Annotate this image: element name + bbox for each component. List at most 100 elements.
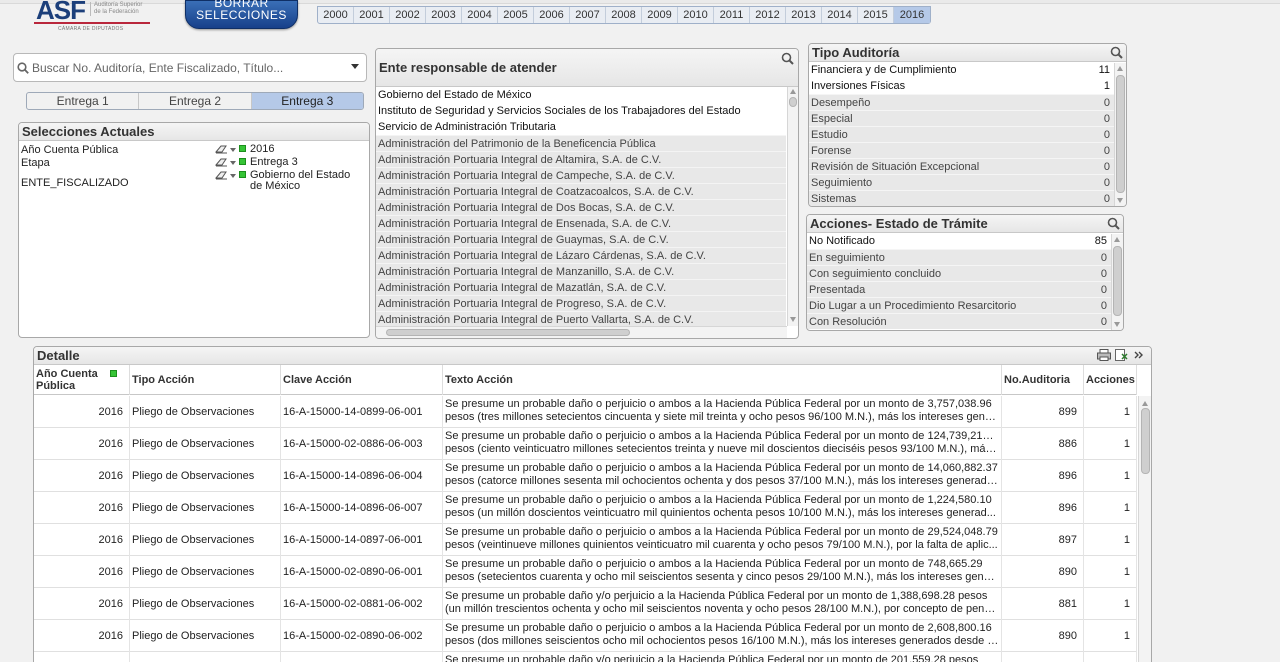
year-2014[interactable]: 2014 xyxy=(822,7,858,23)
tipo-auditoria-item[interactable]: Desempeño 0 xyxy=(809,94,1126,110)
scroll-up-icon[interactable] xyxy=(1114,237,1120,242)
clear-selections-button[interactable]: BORRAR SELECCIONES xyxy=(185,0,298,29)
eraser-icon[interactable] xyxy=(215,170,228,180)
tipo-auditoria-item[interactable]: Forense 0 xyxy=(809,142,1126,158)
entrega-tab-3[interactable]: Entrega 3 xyxy=(251,93,363,109)
current-selections-title: Selecciones Actuales xyxy=(19,123,369,141)
search-icon[interactable] xyxy=(1110,46,1123,59)
column-header[interactable]: No.Auditoria xyxy=(1002,365,1084,395)
tipo-auditoria-item[interactable]: Seguimiento 0 xyxy=(809,174,1126,190)
scroll-thumb[interactable] xyxy=(1116,75,1125,193)
year-2016[interactable]: 2016 xyxy=(894,7,930,23)
year-2009[interactable]: 2009 xyxy=(642,7,678,23)
search-icon[interactable] xyxy=(781,52,794,65)
ente-list-item[interactable]: Administración Portuaria Integral de Pue… xyxy=(376,311,786,327)
detalle-vertical-scrollbar[interactable] xyxy=(1138,396,1151,662)
ente-list-item[interactable]: Administración Portuaria Integral de Man… xyxy=(376,263,786,279)
ente-list-item[interactable]: Administración Portuaria Integral de Ens… xyxy=(376,215,786,231)
scroll-thumb[interactable] xyxy=(1141,408,1150,474)
year-2007[interactable]: 2007 xyxy=(570,7,606,23)
table-row[interactable]: 2016 Pliego de Observaciones 16-A-15000-02… xyxy=(34,588,1137,620)
column-header[interactable]: Tipo Acción xyxy=(130,365,281,395)
table-row[interactable]: 2016 Pliego de Observaciones 16-A-15000-02… xyxy=(34,428,1137,460)
entrega-tab-2[interactable]: Entrega 2 xyxy=(139,93,252,109)
chevron-down-icon[interactable] xyxy=(351,64,359,69)
year-2013[interactable]: 2013 xyxy=(786,7,822,23)
acciones-vertical-scrollbar[interactable] xyxy=(1111,234,1123,330)
ente-list-item[interactable]: Administración Portuaria Integral de Láz… xyxy=(376,247,786,263)
ente-list-item[interactable]: Administración Portuaria Integral de Maz… xyxy=(376,279,786,295)
ente-vertical-scrollbar[interactable] xyxy=(787,87,798,326)
year-2015[interactable]: 2015 xyxy=(858,7,894,23)
year-2008[interactable]: 2008 xyxy=(606,7,642,23)
search-input[interactable] xyxy=(32,59,342,77)
ente-horizontal-scrollbar[interactable] xyxy=(376,326,787,338)
scroll-thumb[interactable] xyxy=(386,329,630,336)
acciones-item[interactable]: Dio Lugar a un Procedimiento Resarcitori… xyxy=(807,297,1123,313)
tipo-auditoria-item[interactable]: Estudio 0 xyxy=(809,126,1126,142)
eraser-icon[interactable] xyxy=(215,157,228,167)
ente-list-item[interactable]: Instituto de Seguridad y Servicios Socia… xyxy=(376,103,786,119)
tipo-auditoria-item[interactable]: Especial 0 xyxy=(809,110,1126,126)
year-2000[interactable]: 2000 xyxy=(318,7,354,23)
chevron-down-icon[interactable] xyxy=(230,161,236,165)
texto-line-1: Se presume un probable daño o perjuicio … xyxy=(445,462,998,474)
table-row[interactable]: 2016 Pliego de Observaciones 16-A-15000-14… xyxy=(34,524,1137,556)
export-excel-icon[interactable] xyxy=(1115,349,1129,361)
ente-list-item[interactable]: Administración Portuaria Integral de Dos… xyxy=(376,199,786,215)
search-box[interactable] xyxy=(13,53,367,82)
table-row[interactable]: 2016 Pliego de Observaciones 16-A-15000-02… xyxy=(34,556,1137,588)
chevron-down-icon[interactable] xyxy=(230,148,236,152)
column-header[interactable]: Texto Acción xyxy=(443,365,1002,395)
ente-list-item[interactable]: Administración Portuaria Integral de Coa… xyxy=(376,183,786,199)
year-2005[interactable]: 2005 xyxy=(498,7,534,23)
scroll-thumb[interactable] xyxy=(789,97,797,107)
ente-list-item[interactable]: Administración Portuaria Integral de Gua… xyxy=(376,231,786,247)
ente-list-item[interactable]: Gobierno del Estado de México xyxy=(376,87,786,103)
table-row[interactable]: 2016 Pliego de Observaciones 16-A-15000-14… xyxy=(34,396,1137,428)
year-2004[interactable]: 2004 xyxy=(462,7,498,23)
scroll-down-icon[interactable] xyxy=(790,317,796,322)
scroll-up-icon[interactable] xyxy=(1117,66,1123,71)
year-2006[interactable]: 2006 xyxy=(534,7,570,23)
acciones-item[interactable]: Con Resolución 0 xyxy=(807,313,1123,329)
expand-icon[interactable] xyxy=(1133,349,1145,361)
scroll-up-icon[interactable] xyxy=(790,89,796,94)
chevron-down-icon[interactable] xyxy=(230,174,236,178)
year-2012[interactable]: 2012 xyxy=(750,7,786,23)
scroll-down-icon[interactable] xyxy=(1114,322,1120,327)
entrega-tab-1[interactable]: Entrega 1 xyxy=(27,93,140,109)
item-count: 0 xyxy=(1103,113,1110,125)
column-header[interactable]: Acciones xyxy=(1084,365,1137,395)
table-row[interactable]: 2016 Pliego de Observaciones 16-A-15000-14… xyxy=(34,460,1137,492)
year-2010[interactable]: 2010 xyxy=(678,7,714,23)
year-2002[interactable]: 2002 xyxy=(390,7,426,23)
column-header[interactable]: Clave Acción xyxy=(281,365,443,395)
year-2003[interactable]: 2003 xyxy=(426,7,462,23)
ente-list-item[interactable]: Administración del Patrimonio de la Bene… xyxy=(376,135,786,151)
acciones-item[interactable]: En seguimiento 0 xyxy=(807,249,1123,265)
acciones-item[interactable]: Con seguimiento concluido 0 xyxy=(807,265,1123,281)
eraser-icon[interactable] xyxy=(215,144,228,154)
scroll-down-icon[interactable] xyxy=(1117,198,1123,203)
year-2001[interactable]: 2001 xyxy=(354,7,390,23)
acciones-item[interactable]: No Notificado 85 xyxy=(807,233,1123,249)
tipo-auditoria-item[interactable]: Inversiones Físicas 1 xyxy=(809,78,1126,94)
table-row[interactable]: Se presume un probable daño y/o perjuici… xyxy=(34,652,1137,662)
scroll-thumb[interactable] xyxy=(1113,246,1122,316)
ente-list-item[interactable]: Servicio de Administración Tributaria xyxy=(376,119,786,135)
search-icon[interactable] xyxy=(1107,217,1120,230)
ente-list-item[interactable]: Administración Portuaria Integral de Cam… xyxy=(376,167,786,183)
tipo-vertical-scrollbar[interactable] xyxy=(1114,63,1126,206)
table-row[interactable]: 2016 Pliego de Observaciones 16-A-15000-14… xyxy=(34,492,1137,524)
tipo-auditoria-item[interactable]: Revisión de Situación Excepcional 0 xyxy=(809,158,1126,174)
print-icon[interactable] xyxy=(1097,349,1111,361)
acciones-item[interactable]: Presentada 0 xyxy=(807,281,1123,297)
year-2011[interactable]: 2011 xyxy=(714,7,750,23)
scroll-up-icon[interactable] xyxy=(1142,401,1148,406)
tipo-auditoria-item[interactable]: Sistemas 0 xyxy=(809,190,1126,206)
ente-list-item[interactable]: Administración Portuaria Integral de Alt… xyxy=(376,151,786,167)
ente-list-item[interactable]: Administración Portuaria Integral de Pro… xyxy=(376,295,786,311)
table-row[interactable]: 2016 Pliego de Observaciones 16-A-15000-02… xyxy=(34,620,1137,652)
tipo-auditoria-item[interactable]: Financiera y de Cumplimiento 11 xyxy=(809,62,1126,78)
